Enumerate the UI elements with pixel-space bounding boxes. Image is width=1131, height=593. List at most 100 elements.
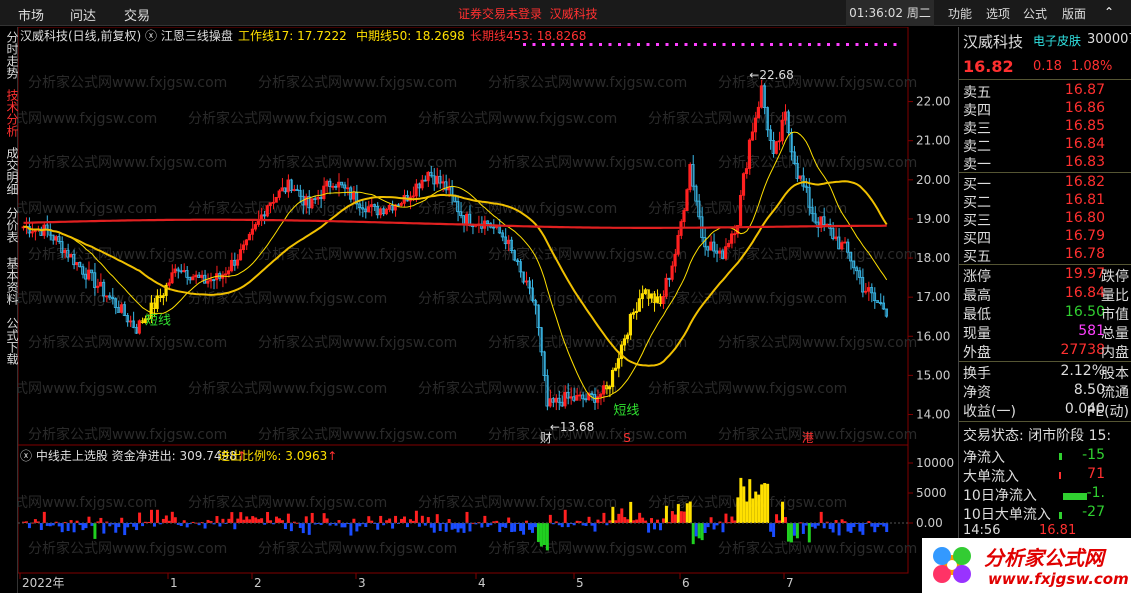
candle-body — [286, 179, 290, 193]
flow-bar — [650, 518, 654, 523]
flow-bar — [230, 512, 234, 523]
candle-body — [756, 106, 760, 119]
tab-trade-details[interactable]: 成交明细 — [0, 147, 19, 195]
flow-bar — [420, 515, 424, 523]
flow-bar — [623, 517, 627, 523]
flow-bar — [161, 518, 165, 523]
candle-body — [399, 202, 403, 206]
signal-dot — [893, 43, 897, 46]
menu-options[interactable]: 选项 — [986, 5, 1010, 22]
candle-body — [741, 173, 746, 196]
flow-bar — [795, 523, 799, 539]
row-label: 最低 — [963, 307, 991, 323]
flow-bar — [450, 523, 454, 530]
flow-bar — [87, 516, 91, 523]
candle-body — [655, 296, 659, 303]
row-label: 大单流入 — [963, 469, 1019, 485]
candle-body — [346, 187, 350, 190]
signal-dot — [760, 43, 764, 46]
candle-body — [277, 190, 281, 198]
flow-bar — [679, 511, 683, 523]
flow-bar — [1063, 493, 1087, 500]
tab-technical-analysis[interactable]: 技术分析 — [0, 89, 19, 137]
price-tick-label: 22.00 — [916, 95, 950, 109]
ask-row: 卖五 16.87 — [963, 82, 1129, 102]
watermark-text: 分析家公式网www.fxjgsw.com — [418, 290, 617, 307]
flow-bar — [408, 519, 412, 523]
flow-bar — [456, 523, 460, 533]
chart-area[interactable]: 分析家公式网www.fxjgsw.com 分析家公式网www.fxjgsw.com… — [0, 26, 958, 593]
ask-row: 卖四 16.86 — [963, 100, 1129, 120]
menu-wenda[interactable]: 问达 — [70, 5, 96, 24]
candle-body — [661, 295, 665, 305]
flow-bar — [349, 523, 353, 536]
watermark-text: 分析家公式网www.fxjgsw.com — [188, 494, 387, 511]
flow-bar — [1059, 472, 1061, 479]
x-tick-label: 1 — [170, 576, 178, 590]
candle-body — [676, 235, 680, 255]
flow-bar — [638, 512, 642, 523]
flow-bar — [801, 523, 805, 534]
candle-body — [747, 139, 752, 169]
kline-chart[interactable]: 分析家公式网www.fxjgsw.com 分析家公式网www.fxjgsw.com… — [0, 26, 958, 593]
menu-formula[interactable]: 公式 — [1023, 5, 1047, 22]
candle-body — [104, 295, 109, 298]
candle-body — [682, 210, 686, 223]
row-label: 最高 — [963, 288, 991, 304]
menu-trade[interactable]: 交易 — [124, 5, 150, 24]
flow-bar — [1059, 512, 1062, 519]
collapse-icon[interactable]: ⌃ — [1104, 5, 1114, 19]
candle-body — [465, 213, 469, 226]
flow-bar — [394, 515, 398, 523]
candle-body — [182, 270, 186, 272]
row-value: 16.82 — [1064, 174, 1105, 190]
row-label: 涨停 — [963, 269, 991, 285]
flow-row: 10日大单流入 -27 — [963, 504, 1129, 524]
tab-price-table[interactable]: 分价表 — [0, 207, 19, 243]
price-tick-label: 15.00 — [916, 368, 950, 382]
row-label: 买三 — [963, 213, 991, 229]
tab-fundamentals[interactable]: 基本资料 — [0, 257, 19, 305]
sector-tag[interactable]: 电子皮肤 — [1033, 32, 1081, 49]
menu-layout[interactable]: 版面 — [1062, 5, 1086, 22]
flow-bar — [275, 516, 278, 523]
flow-bar — [444, 523, 448, 532]
watermark-text: 分析家公式网www.fxjgsw.com — [18, 494, 157, 511]
divider — [959, 421, 1131, 422]
signal-dot — [656, 43, 659, 46]
candle-body — [863, 290, 868, 293]
flow-bar — [245, 516, 249, 523]
flow-bar — [310, 512, 314, 523]
login-notice[interactable]: 证券交易未登录 汉威科技 — [458, 5, 598, 22]
flow-bar — [66, 523, 70, 532]
flow-bar — [653, 523, 657, 530]
menu-market[interactable]: 市场 — [18, 5, 44, 24]
candle-body — [524, 280, 528, 283]
flow-bar — [536, 523, 540, 542]
candle-body — [337, 181, 341, 188]
flow-bar — [185, 523, 189, 528]
watermark-text: 分析家公式网www.fxjgsw.com — [258, 540, 457, 557]
flow-bar — [596, 519, 600, 523]
watermark-text: 分析家公式网www.fxjgsw.com — [718, 334, 917, 351]
watermark-text: 分析家公式网www.fxjgsw.com — [648, 290, 847, 307]
candle-body — [87, 269, 91, 280]
x-tick-label: 5 — [576, 576, 584, 590]
candle-body — [75, 262, 79, 266]
watermark-text: 分析家公式网www.fxjgsw.com — [258, 154, 457, 171]
x-tick-label: 7 — [786, 576, 794, 590]
row-label: 外盘 — [963, 345, 991, 361]
flow-bar — [539, 523, 543, 547]
flow-row: 大单流入 71 — [963, 466, 1129, 486]
menu-function[interactable]: 功能 — [948, 5, 972, 22]
flow-bar — [763, 483, 767, 523]
flow-bars-group — [22, 477, 889, 551]
flow-bar — [745, 501, 749, 523]
flow-bar — [254, 517, 258, 523]
flow-bar — [676, 504, 680, 523]
signal-dot — [770, 43, 773, 46]
tab-time-sharing[interactable]: 分时走势 — [0, 31, 19, 79]
flow-bar — [876, 523, 880, 528]
flow-bar — [486, 523, 490, 527]
tab-formula-download[interactable]: 公式下载 — [0, 317, 19, 365]
